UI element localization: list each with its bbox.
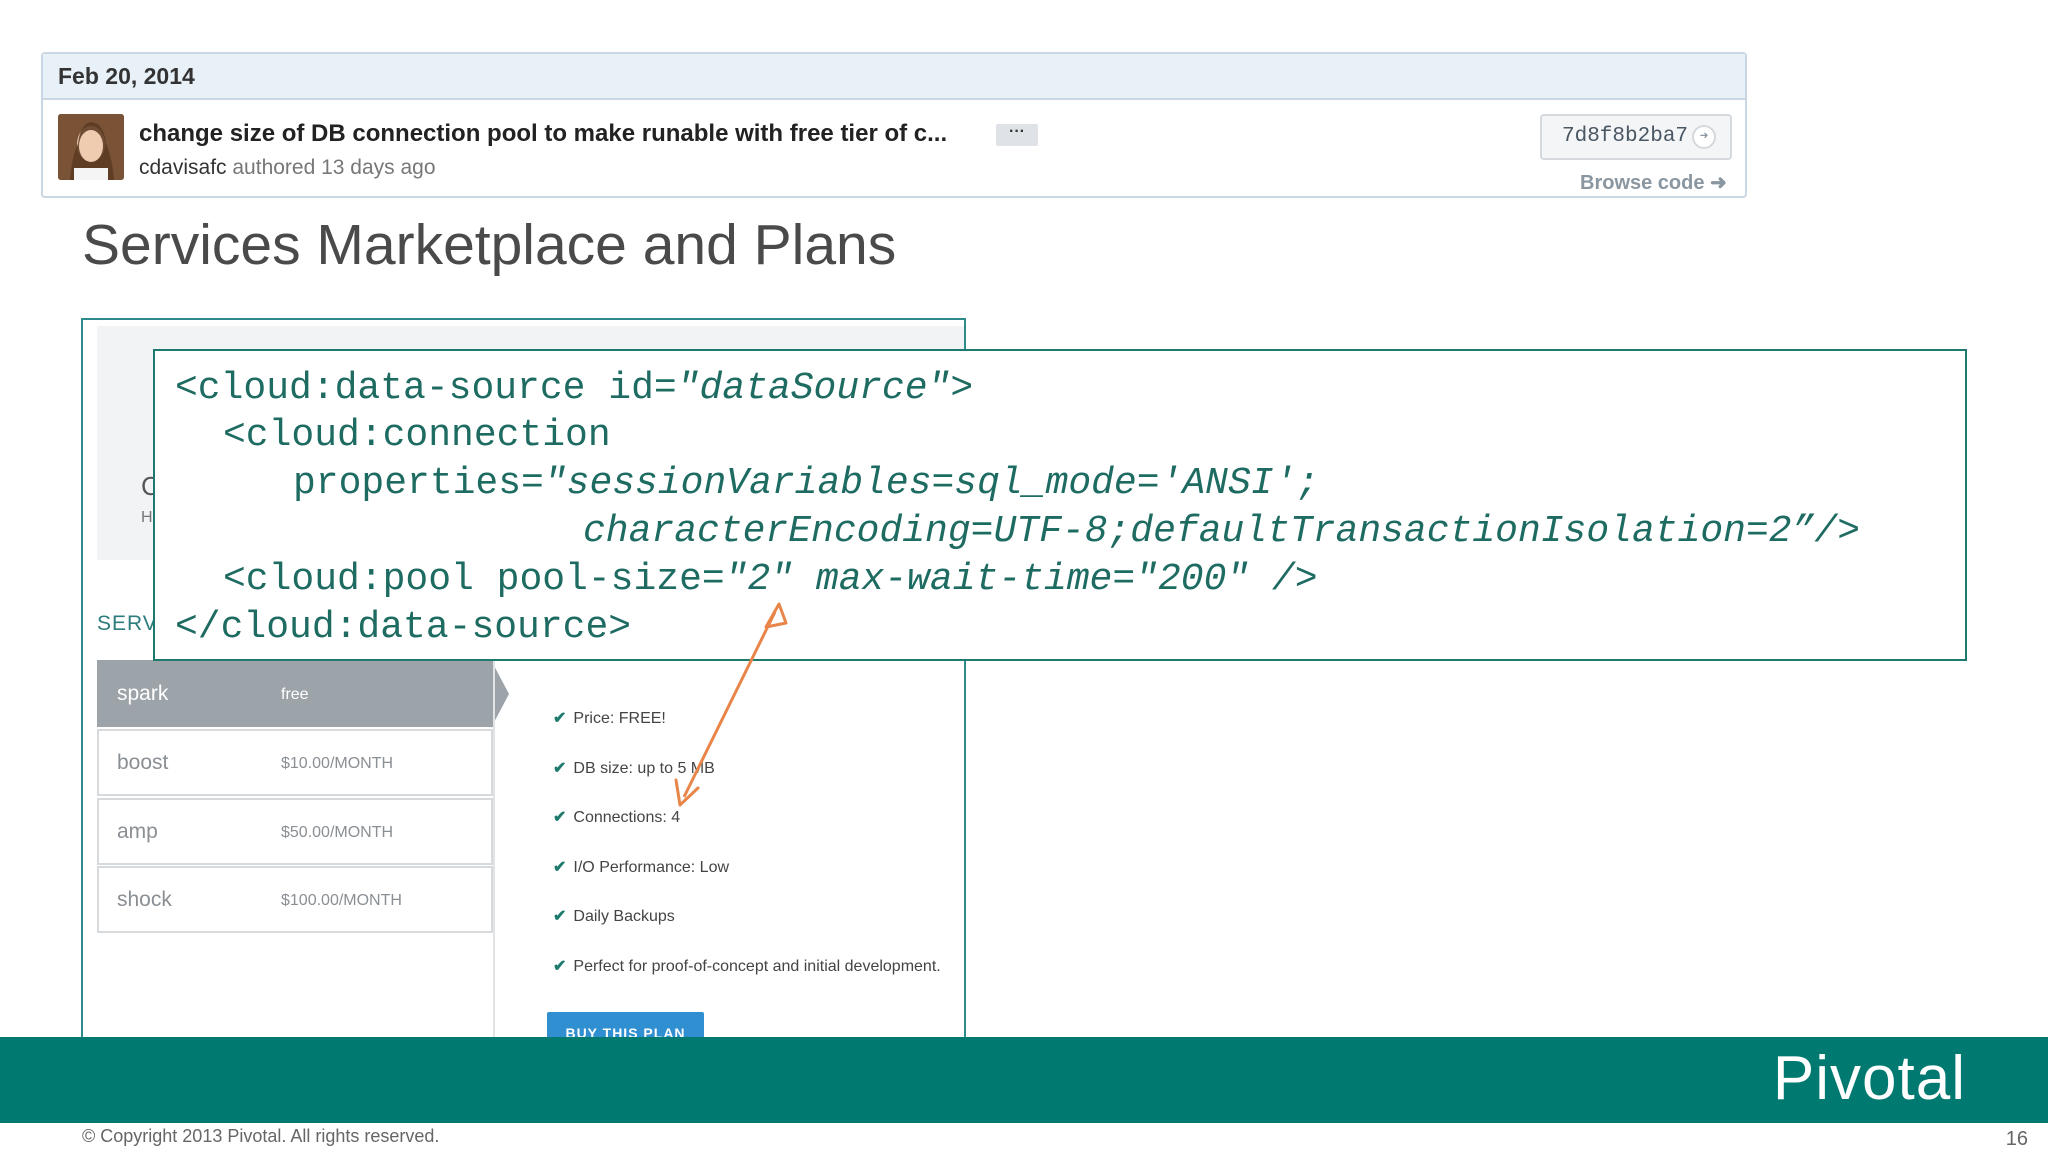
code-line-5: <cloud:pool pool-size="2" max-wait-time=… bbox=[223, 558, 1318, 601]
plan-divider bbox=[493, 610, 495, 1064]
plan-price: $100.00/MONTH bbox=[281, 892, 402, 909]
code-line-2: <cloud:connection bbox=[223, 414, 611, 457]
author-link[interactable]: cdavisafc bbox=[139, 156, 227, 179]
plan-boost[interactable]: boost $10.00/MONTH bbox=[97, 729, 493, 796]
commit-author-line: cdavisafc authored 13 days ago bbox=[139, 156, 436, 180]
copyright-notice: © Copyright 2013 Pivotal. All rights res… bbox=[82, 1126, 440, 1146]
code-line-1: <cloud:data-source id="dataSource"> bbox=[175, 367, 974, 410]
feature-item: ✔ Price: FREE! bbox=[553, 710, 666, 727]
plan-price: $10.00/MONTH bbox=[281, 755, 394, 772]
plan-name: shock bbox=[117, 888, 172, 911]
plan-name: boost bbox=[117, 751, 169, 774]
feature-item: ✔ Connections: 4 bbox=[553, 809, 681, 826]
feature-item: ✔ Perfect for proof-of-concept and initia… bbox=[553, 958, 941, 975]
code-snippet: <cloud:data-source id="dataSource"> <clo… bbox=[153, 349, 1967, 661]
feature-item: ✔ Daily Backups bbox=[553, 908, 675, 925]
checkmark-icon: ✔ bbox=[553, 958, 567, 975]
plan-spark[interactable]: spark free bbox=[97, 660, 509, 728]
pivotal-logo: Pivotal bbox=[1772, 1044, 1966, 1113]
feature-item: ✔ I/O Performance: Low bbox=[553, 859, 730, 876]
avatar[interactable] bbox=[58, 114, 124, 180]
expand-message-button[interactable]: ··· bbox=[996, 124, 1038, 146]
plan-price: free bbox=[281, 686, 309, 703]
commit-date: Feb 20, 2014 bbox=[43, 54, 1745, 100]
feature-item: ✔ DB size: up to 5 MB bbox=[553, 760, 715, 777]
commit-sha: 7d8f8b2ba7 bbox=[1562, 125, 1689, 148]
commit-panel: Feb 20, 2014 change size of DB connectio… bbox=[41, 52, 1747, 198]
code-line-6: </cloud:data-source> bbox=[175, 606, 632, 649]
authored-time: authored 13 days ago bbox=[226, 156, 436, 179]
plan-price: $50.00/MONTH bbox=[281, 824, 394, 841]
commit-message-link[interactable]: change size of DB connection pool to mak… bbox=[139, 120, 947, 148]
plan-amp[interactable]: amp $50.00/MONTH bbox=[97, 798, 493, 865]
checkmark-icon: ✔ bbox=[553, 859, 567, 876]
arrow-right-icon: ➜ bbox=[1692, 125, 1716, 149]
commit-sha-button[interactable]: 7d8f8b2ba7 ➜ bbox=[1540, 114, 1732, 160]
checkmark-icon: ✔ bbox=[553, 809, 567, 826]
plan-shock[interactable]: shock $100.00/MONTH bbox=[97, 866, 493, 933]
code-line-4: characterEncoding=UTF-8;defaultTransacti… bbox=[583, 510, 1861, 553]
page-number: 16 bbox=[2005, 1128, 2028, 1150]
plan-name: amp bbox=[117, 820, 158, 843]
checkmark-icon: ✔ bbox=[553, 908, 567, 925]
checkmark-icon: ✔ bbox=[553, 760, 567, 777]
footer-band: Pivotal bbox=[0, 1037, 2048, 1123]
services-label: SERV bbox=[97, 612, 158, 635]
plan-name: spark bbox=[117, 682, 169, 705]
checkmark-icon: ✔ bbox=[553, 710, 567, 727]
slide-title: Services Marketplace and Plans bbox=[82, 213, 897, 277]
browse-code-link[interactable]: Browse code ➜ bbox=[1580, 170, 1727, 195]
code-line-3: properties="sessionVariables=sql_mode='A… bbox=[293, 462, 1320, 505]
